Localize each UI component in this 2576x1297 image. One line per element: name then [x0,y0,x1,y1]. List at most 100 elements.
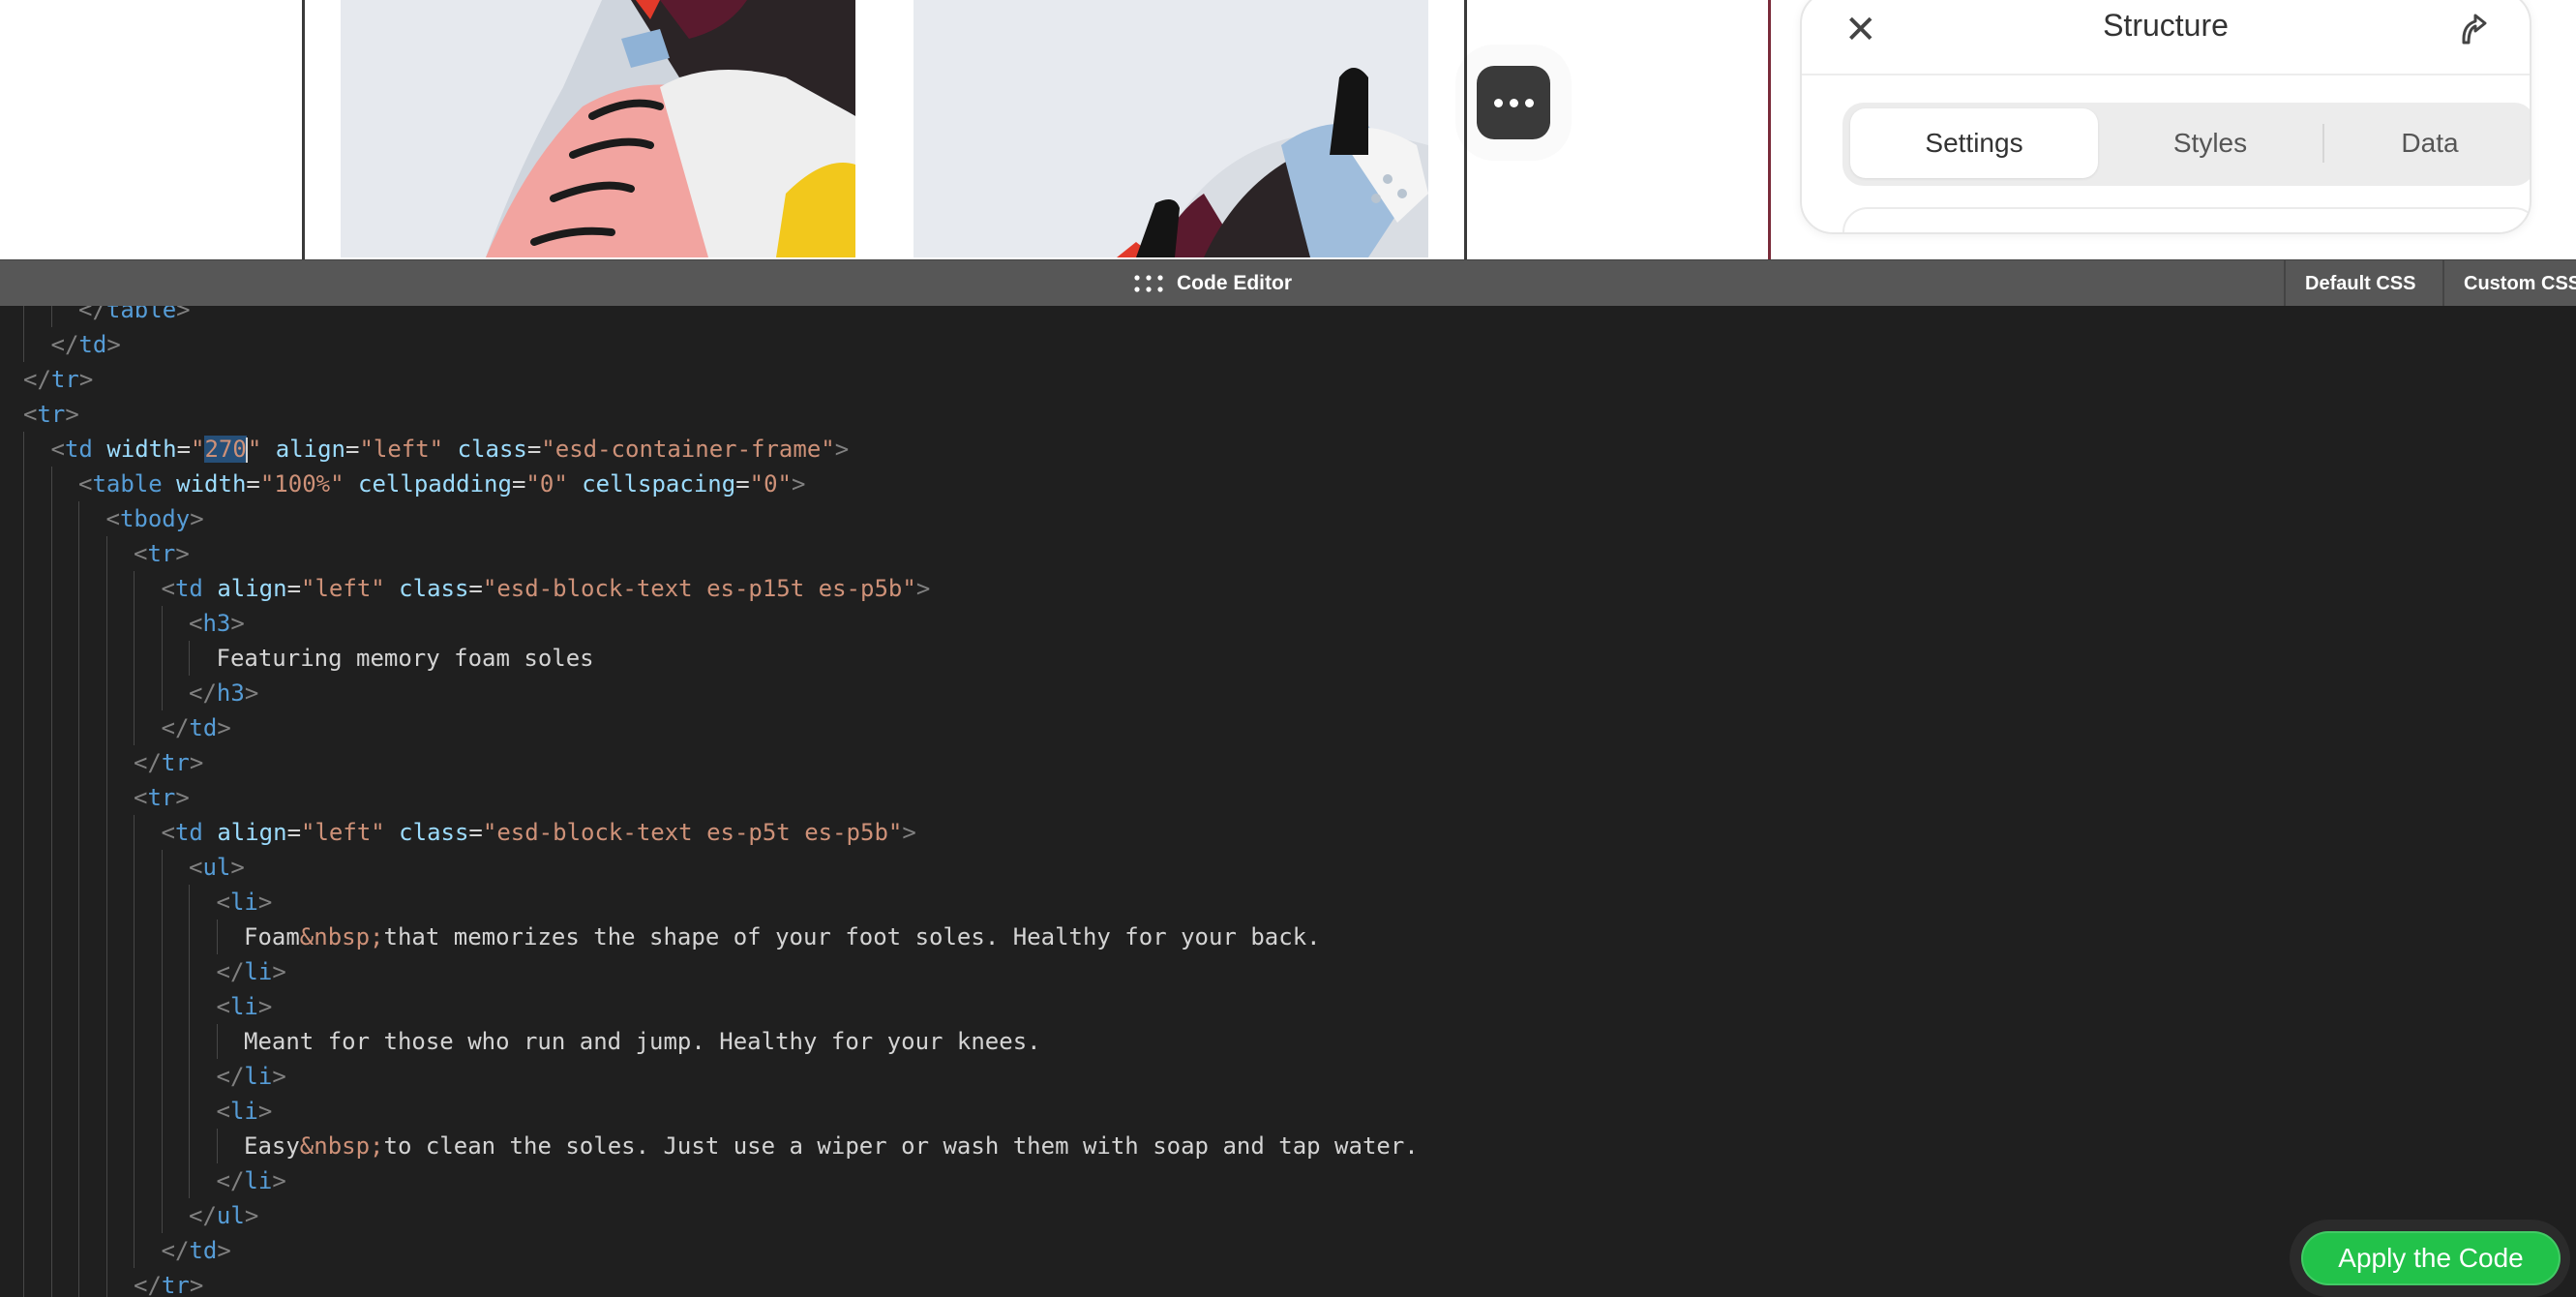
close-icon[interactable]: ✕ [1844,6,1877,54]
code-token: < [216,1098,230,1125]
code-line[interactable]: </li> [217,1059,286,1094]
code-line[interactable]: <td width="270" align="left" class="esd-… [51,432,850,467]
code-token: tr [50,366,79,393]
code-token: </ [161,1237,190,1264]
code-token: ul [216,1202,245,1229]
code-token: > [175,540,190,567]
export-arrow-icon[interactable] [2454,10,2493,48]
code-line[interactable]: </h3> [189,676,258,710]
code-line[interactable]: </ul> [189,1198,258,1233]
code-line[interactable]: <li> [217,885,273,920]
tab-settings[interactable]: Settings [1850,108,2098,178]
code-token: </ [78,306,106,323]
code-token: > [915,575,931,602]
code-token: " [247,436,262,463]
code-editor-toolbar[interactable]: Code Editor Default CSS Custom CSS [0,259,2576,308]
code-line[interactable]: </li> [217,954,286,989]
code-token: li [244,958,273,985]
code-token: < [161,819,175,846]
code-line[interactable]: <li> [217,989,273,1024]
code-token: < [134,540,148,567]
code-token: > [78,366,94,393]
more-options-button[interactable] [1477,66,1550,139]
code-token: > [902,819,916,846]
code-token: > [834,436,850,463]
panel-title: Structure [2103,8,2229,43]
indent-guide [78,501,79,1297]
code-line[interactable]: <tbody> [106,501,204,536]
code-token: width [106,436,177,463]
code-token: td [64,436,93,463]
code-line[interactable]: </td> [51,327,121,362]
code-line[interactable]: Foam&nbsp;that memorizes the shape of yo… [244,920,1321,954]
code-line[interactable]: </table> [78,306,191,327]
code-token: td [78,331,107,358]
default-css-button[interactable]: Default CSS [2284,260,2446,307]
code-line[interactable]: <h3> [189,606,245,641]
code-line[interactable]: </td> [162,1233,231,1268]
code-line[interactable]: <table width="100%" cellpadding="0" cell… [78,467,805,501]
code-token: = [511,470,526,498]
code-line[interactable]: </tr> [134,745,203,780]
code-line[interactable]: <ul> [189,850,245,885]
code-line[interactable]: <li> [217,1094,273,1129]
code-token: > [272,1063,286,1090]
indent-guide [105,536,107,1297]
code-token: </ [134,1272,162,1297]
code-line[interactable]: <td align="left" class="esd-block-text e… [162,571,931,606]
code-token: tr [37,401,66,428]
more-dot-icon [1509,98,1518,107]
code-line[interactable]: Easy&nbsp;to clean the soles. Just use a… [244,1129,1419,1163]
code-line[interactable]: </tr> [23,362,93,397]
code-token: > [217,714,231,741]
code-token: > [217,1237,231,1264]
code-token: li [229,993,258,1020]
code-token: class [399,819,469,846]
frame-border-right [1464,0,1467,259]
apply-code-button[interactable]: Apply the Code [2301,1231,2561,1285]
code-token: tr [147,540,176,567]
tab-divider [2322,124,2324,163]
code-line[interactable]: Featuring memory foam soles [217,641,594,676]
indent-guide [216,1024,218,1059]
code-line[interactable]: <tr> [23,397,79,432]
product-image-sneaker-2[interactable] [914,0,1428,257]
code-token: > [792,470,806,498]
code-token: td [174,819,203,846]
indent-guide [50,467,52,1297]
code-line[interactable]: <tr> [134,536,190,571]
code-token: "100%" [259,470,344,498]
code-token: li [244,1063,273,1090]
drag-handle-icon[interactable] [1134,275,1163,292]
code-line[interactable]: <tr> [134,780,190,815]
code-token: &nbsp; [299,1132,384,1160]
product-image-sneaker-1[interactable] [341,0,855,257]
code-token: td [174,575,203,602]
code-token: </ [161,714,190,741]
custom-css-button[interactable]: Custom CSS [2442,260,2576,307]
code-token: < [216,889,230,916]
code-token: = [468,819,483,846]
code-token: < [134,784,148,811]
code-token: > [65,401,79,428]
code-token: align [217,819,287,846]
tab-styles[interactable]: Styles [2104,108,2317,178]
code-token: > [190,505,204,532]
code-editor-area[interactable]: </table> </td> </tr> <tr> <td width="270" al… [0,306,2576,1297]
code-line[interactable]: <td align="left" class="esd-block-text e… [162,815,916,850]
code-token: cellpadding [358,470,512,498]
code-line[interactable]: </tr> [134,1268,203,1297]
tab-data[interactable]: Data [2328,108,2530,178]
code-line[interactable]: Meant for those who run and jump. Health… [244,1024,1041,1059]
code-token: </ [216,958,245,985]
code-token: "left" [301,575,385,602]
code-token: li [229,1098,258,1125]
selected-text: 270 [204,436,247,463]
code-editor-title: Code Editor [1177,272,1292,294]
code-line[interactable]: </li> [217,1163,286,1198]
code-line[interactable]: </td> [162,710,231,745]
